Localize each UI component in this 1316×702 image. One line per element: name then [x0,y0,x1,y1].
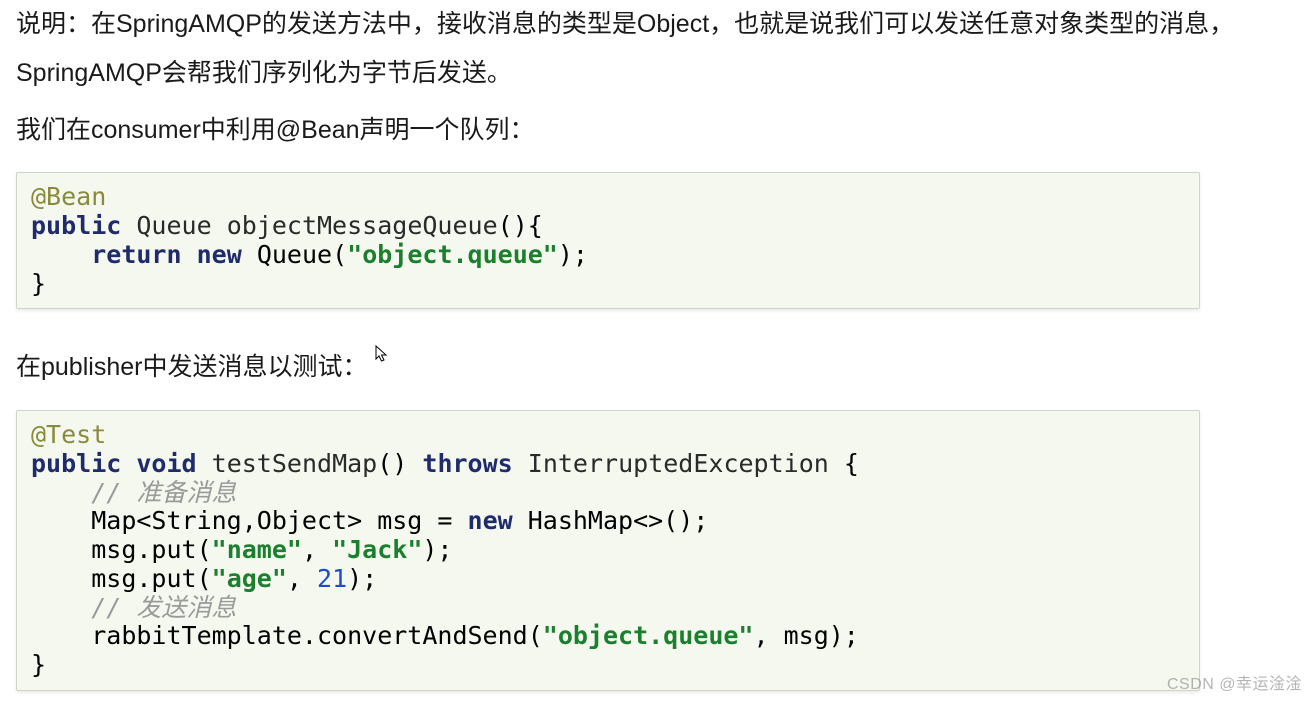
keyword-void: void [136,449,196,478]
put2-pre: msg.put( [91,564,211,593]
keyword-new-2: new [468,506,513,535]
parens-2: () [377,449,407,478]
keyword-public: public [31,211,121,240]
paren-close-semi: ); [558,240,588,269]
ctor-queue: Queue [257,240,332,269]
string-object-queue: "object.queue" [347,240,558,269]
keyword-new: new [197,240,242,269]
paragraph-publisher: 在publisher中发送消息以测试： [16,343,1300,392]
string-object-queue-2: "object.queue" [543,621,754,650]
put1-close: ); [422,535,452,564]
send-pre: rabbitTemplate.convertAndSend( [91,621,543,650]
comma-3: , msg); [753,621,858,650]
parens: () [498,211,528,240]
string-name: "name" [212,535,302,564]
put1-pre: msg.put( [91,535,211,564]
annotation-test: @Test [31,420,106,449]
put2-close: ); [347,564,377,593]
brace-close-2: } [31,650,46,679]
comma-1: , [302,535,332,564]
watermark-text: CSDN @幸运淦淦 [1167,670,1302,694]
brace-close: } [31,269,46,298]
brace-open: { [528,211,543,240]
keyword-return: return [91,240,181,269]
method-name: objectMessageQueue [227,211,498,240]
string-jack: "Jack" [332,535,422,564]
method-testsendmap: testSendMap [212,449,378,478]
number-21: 21 [317,564,347,593]
type-interruptedexception: InterruptedException [528,449,829,478]
annotation-bean: @Bean [31,182,106,211]
string-age: "age" [212,564,287,593]
comment-prepare: // 准备消息 [91,478,236,507]
code-block-test: @Test public void testSendMap() throws I… [16,410,1200,691]
type-queue: Queue [136,211,211,240]
comment-send: // 发送消息 [91,593,236,622]
paragraph-consumer: 我们在consumer中利用@Bean声明一个队列： [16,106,1300,155]
map-decl-2: HashMap<>(); [513,506,709,535]
keyword-public-2: public [31,449,121,478]
keyword-throws: throws [422,449,512,478]
comma-2: , [287,564,317,593]
paragraph-description: 说明：在SpringAMQP的发送方法中，接收消息的类型是Object，也就是说… [16,0,1300,98]
map-decl-1: Map<String,Object> msg = [91,506,467,535]
code-block-bean: @Bean public Queue objectMessageQueue(){… [16,172,1200,309]
brace-open-2: { [844,449,859,478]
paren-open: ( [332,240,347,269]
